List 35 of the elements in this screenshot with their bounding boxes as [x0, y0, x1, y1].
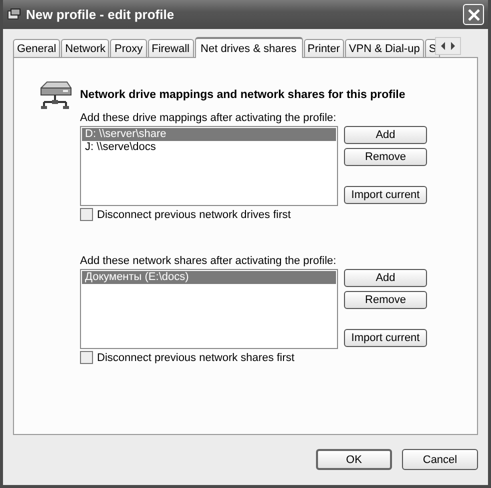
action-button[interactable]: Remove	[344, 291, 427, 309]
action-button[interactable]: Add	[344, 126, 427, 144]
tab[interactable]: Network	[61, 39, 110, 57]
checkbox[interactable]	[80, 351, 93, 364]
tab[interactable]: General	[13, 39, 60, 57]
action-button[interactable]: Import current	[344, 329, 427, 347]
left-arrow-icon	[440, 42, 446, 50]
tab[interactable]: VPN & Dial-up	[344, 39, 424, 57]
list-box[interactable]: D: \\server\share J: \\serve\docs	[80, 126, 338, 206]
list-label: Add these drive mappings after activating the profile:	[80, 112, 338, 124]
section-heading: Network drive mappings and network shares for this profile	[80, 89, 406, 101]
close-button[interactable]	[463, 4, 484, 25]
action-button[interactable]: Remove	[344, 148, 427, 166]
list-item[interactable]: D: \\server\share	[82, 128, 336, 141]
list-box[interactable]: Документы (E:\docs)	[80, 269, 338, 349]
right-arrow-icon	[450, 42, 456, 50]
window-title: New profile - edit profile	[26, 7, 176, 22]
tab-scroll-buttons[interactable]	[435, 37, 462, 55]
app-icon	[7, 8, 21, 22]
checkbox[interactable]	[80, 208, 93, 221]
list-item[interactable]: Документы (E:\docs)	[82, 271, 336, 284]
action-button[interactable]: Add	[344, 269, 427, 287]
close-icon	[466, 8, 480, 22]
checkbox-label: Disconnect previous network drives first	[97, 208, 291, 220]
network-drive-icon	[38, 80, 72, 110]
dialog-button[interactable]: Cancel	[402, 449, 478, 470]
checkbox-label: Disconnect previous network shares first	[97, 352, 294, 364]
tab[interactable]: Firewall	[148, 39, 194, 57]
list-label: Add these network shares after activating the profile:	[80, 255, 338, 267]
tab[interactable]: Net drives & shares	[194, 37, 302, 58]
list-item[interactable]: J: \\serve\docs	[82, 141, 336, 154]
action-button[interactable]: Import current	[344, 186, 427, 204]
dialog-button[interactable]: OK	[316, 449, 392, 470]
tab[interactable]: Printer	[304, 39, 344, 57]
tab[interactable]: Proxy	[110, 39, 147, 57]
